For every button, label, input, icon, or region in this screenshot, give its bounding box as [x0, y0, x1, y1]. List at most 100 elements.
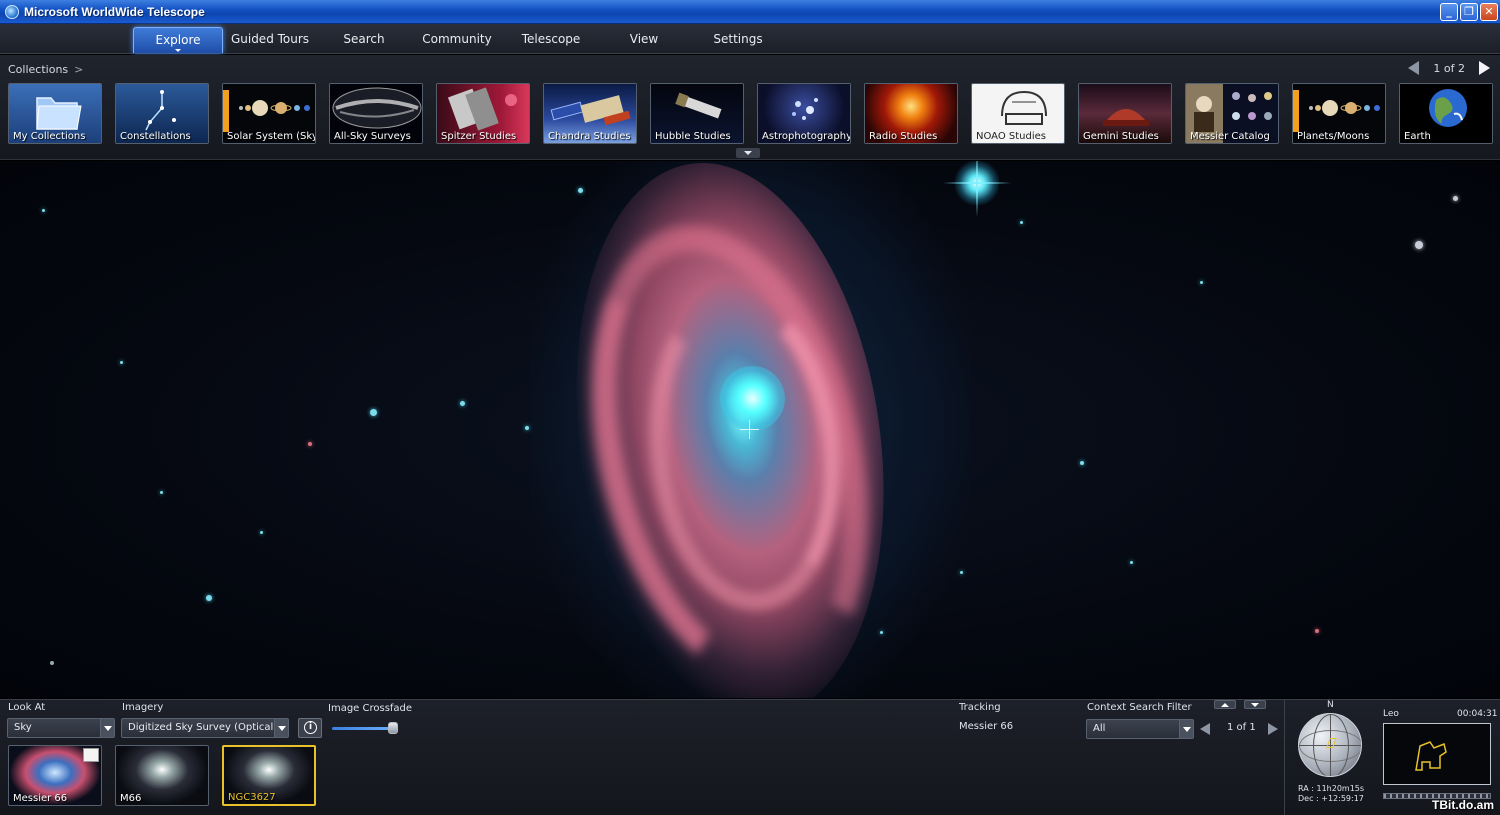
main-menu: Explore Guided Tours Search Community Te…	[0, 24, 1500, 54]
collection-planets-moons[interactable]: Planets/Moons	[1292, 83, 1386, 144]
next-page-icon[interactable]	[1479, 61, 1490, 75]
constellation-name: Leo	[1383, 709, 1399, 719]
star	[160, 491, 163, 494]
star	[1020, 221, 1023, 224]
context-item-m66[interactable]: M66	[115, 745, 209, 806]
star	[370, 409, 377, 416]
collection-noao-studies[interactable]: NOAO Studies	[971, 83, 1065, 144]
tab-guided-tours[interactable]: Guided Tours	[225, 27, 315, 53]
collection-label: Constellations	[120, 131, 191, 142]
clock: 00:04:31	[1457, 709, 1498, 719]
breadcrumb-separator: >	[74, 63, 84, 76]
collection-hubble-studies[interactable]: Hubble Studies	[650, 83, 744, 144]
imagery-value: Digitized Sky Survey (Optical...	[128, 722, 283, 733]
star	[50, 661, 54, 665]
collection-thumbnails: My Collections Constellations Solar Syst…	[8, 83, 1493, 144]
context-item-ngc3627[interactable]: NGC3627	[222, 745, 316, 806]
context-filter-dropdown[interactable]: All	[1086, 719, 1194, 739]
star	[308, 442, 312, 446]
galaxy-core	[720, 366, 785, 431]
collection-label: NOAO Studies	[976, 131, 1046, 142]
collection-label: Astrophotography	[762, 131, 851, 142]
tab-settings[interactable]: Settings	[696, 27, 780, 53]
chevron-down-icon[interactable]	[274, 719, 288, 737]
collection-label: Chandra Studies	[548, 131, 631, 142]
context-pager: 1 of 1	[1227, 722, 1256, 733]
tab-community[interactable]: Community	[415, 27, 499, 53]
bright-star	[955, 161, 999, 217]
sky-view[interactable]	[0, 161, 1500, 698]
info-button[interactable]: i	[298, 718, 322, 738]
crossfade-slider-thumb[interactable]	[388, 722, 398, 734]
star	[206, 595, 212, 601]
context-item-label: NGC3627	[228, 792, 276, 803]
collection-astrophotography[interactable]: Astrophotography	[757, 83, 851, 144]
collections-panel: Collections > 1 of 2 My Collections Const…	[0, 55, 1500, 160]
collection-my-collections[interactable]: My Collections	[8, 83, 102, 144]
dec-readout: Dec : +12:59:17	[1298, 794, 1364, 803]
collection-constellations[interactable]: Constellations	[115, 83, 209, 144]
watermark: TBit.do.am	[1432, 798, 1494, 812]
restore-icon[interactable]: ❐	[1460, 3, 1478, 21]
collection-label: Planets/Moons	[1297, 131, 1370, 142]
context-item-messier-66[interactable]: Messier 66	[8, 745, 102, 806]
title-bar: Microsoft WorldWide Telescope _ ❐ ✕	[0, 0, 1500, 24]
star	[260, 531, 263, 534]
collection-spitzer-studies[interactable]: Spitzer Studies	[436, 83, 530, 144]
constellation-outline-icon	[1415, 741, 1447, 771]
collection-gemini-studies[interactable]: Gemini Studies	[1078, 83, 1172, 144]
context-item-label: Messier 66	[13, 793, 68, 804]
window-title: Microsoft WorldWide Telescope	[24, 4, 205, 19]
star	[960, 571, 963, 574]
collection-radio-studies[interactable]: Radio Studies	[864, 83, 958, 144]
tab-telescope[interactable]: Telescope	[509, 27, 593, 53]
previous-page-icon[interactable]	[1200, 723, 1210, 735]
star	[1200, 281, 1203, 284]
star	[578, 188, 583, 193]
collection-messier-catalog[interactable]: Messier Catalog	[1185, 83, 1279, 144]
breadcrumb[interactable]: Collections >	[8, 63, 83, 76]
star	[1130, 561, 1133, 564]
collection-label: Hubble Studies	[655, 131, 731, 142]
look-at-label: Look At	[8, 702, 46, 713]
expand-panel-button[interactable]	[736, 148, 760, 158]
chevron-down-icon[interactable]	[1179, 720, 1193, 738]
previous-page-icon[interactable]	[1408, 61, 1420, 75]
info-icon: i	[304, 721, 317, 734]
scroll-up-button[interactable]	[1214, 700, 1236, 709]
star	[1080, 461, 1084, 465]
tracking-label: Tracking	[959, 702, 1001, 713]
tab-explore[interactable]: Explore	[133, 27, 223, 53]
collection-label: Radio Studies	[869, 131, 938, 142]
collection-earth[interactable]: Earth	[1399, 83, 1493, 144]
collection-label: Messier Catalog	[1190, 131, 1270, 142]
next-page-icon[interactable]	[1268, 723, 1278, 735]
imagery-dropdown[interactable]: Digitized Sky Survey (Optical...	[121, 718, 289, 738]
star	[120, 361, 123, 364]
collection-label: My Collections	[13, 131, 86, 142]
tab-search[interactable]: Search	[322, 27, 406, 53]
scroll-down-button[interactable]	[1244, 700, 1266, 709]
look-at-dropdown[interactable]: Sky	[7, 718, 115, 738]
star	[1415, 241, 1423, 249]
collection-all-sky-surveys[interactable]: All-Sky Surveys	[329, 83, 423, 144]
page-indicator: 1 of 2	[1433, 61, 1465, 75]
collection-label: Solar System (Sky)	[227, 131, 316, 142]
collection-label: Spitzer Studies	[441, 131, 517, 142]
tab-view[interactable]: View	[602, 27, 686, 53]
constellation-minimap[interactable]	[1383, 723, 1491, 785]
celestial-globe-icon[interactable]	[1298, 713, 1362, 777]
window-controls: _ ❐ ✕	[1440, 3, 1498, 21]
collection-solar-system[interactable]: Solar System (Sky)	[222, 83, 316, 144]
minimize-icon[interactable]: _	[1440, 3, 1458, 21]
collection-chandra-studies[interactable]: Chandra Studies	[543, 83, 637, 144]
divider	[1284, 700, 1285, 815]
chevron-down-icon[interactable]	[100, 719, 114, 737]
image-icon	[83, 748, 99, 762]
close-icon[interactable]: ✕	[1480, 3, 1498, 21]
compass-north: N	[1327, 700, 1334, 710]
star	[880, 631, 883, 634]
breadcrumb-collections[interactable]: Collections	[8, 63, 68, 76]
context-panel: Look At Sky Imagery Digitized Sky Survey…	[0, 699, 1500, 815]
ra-readout: RA : 11h20m15s	[1298, 784, 1365, 793]
